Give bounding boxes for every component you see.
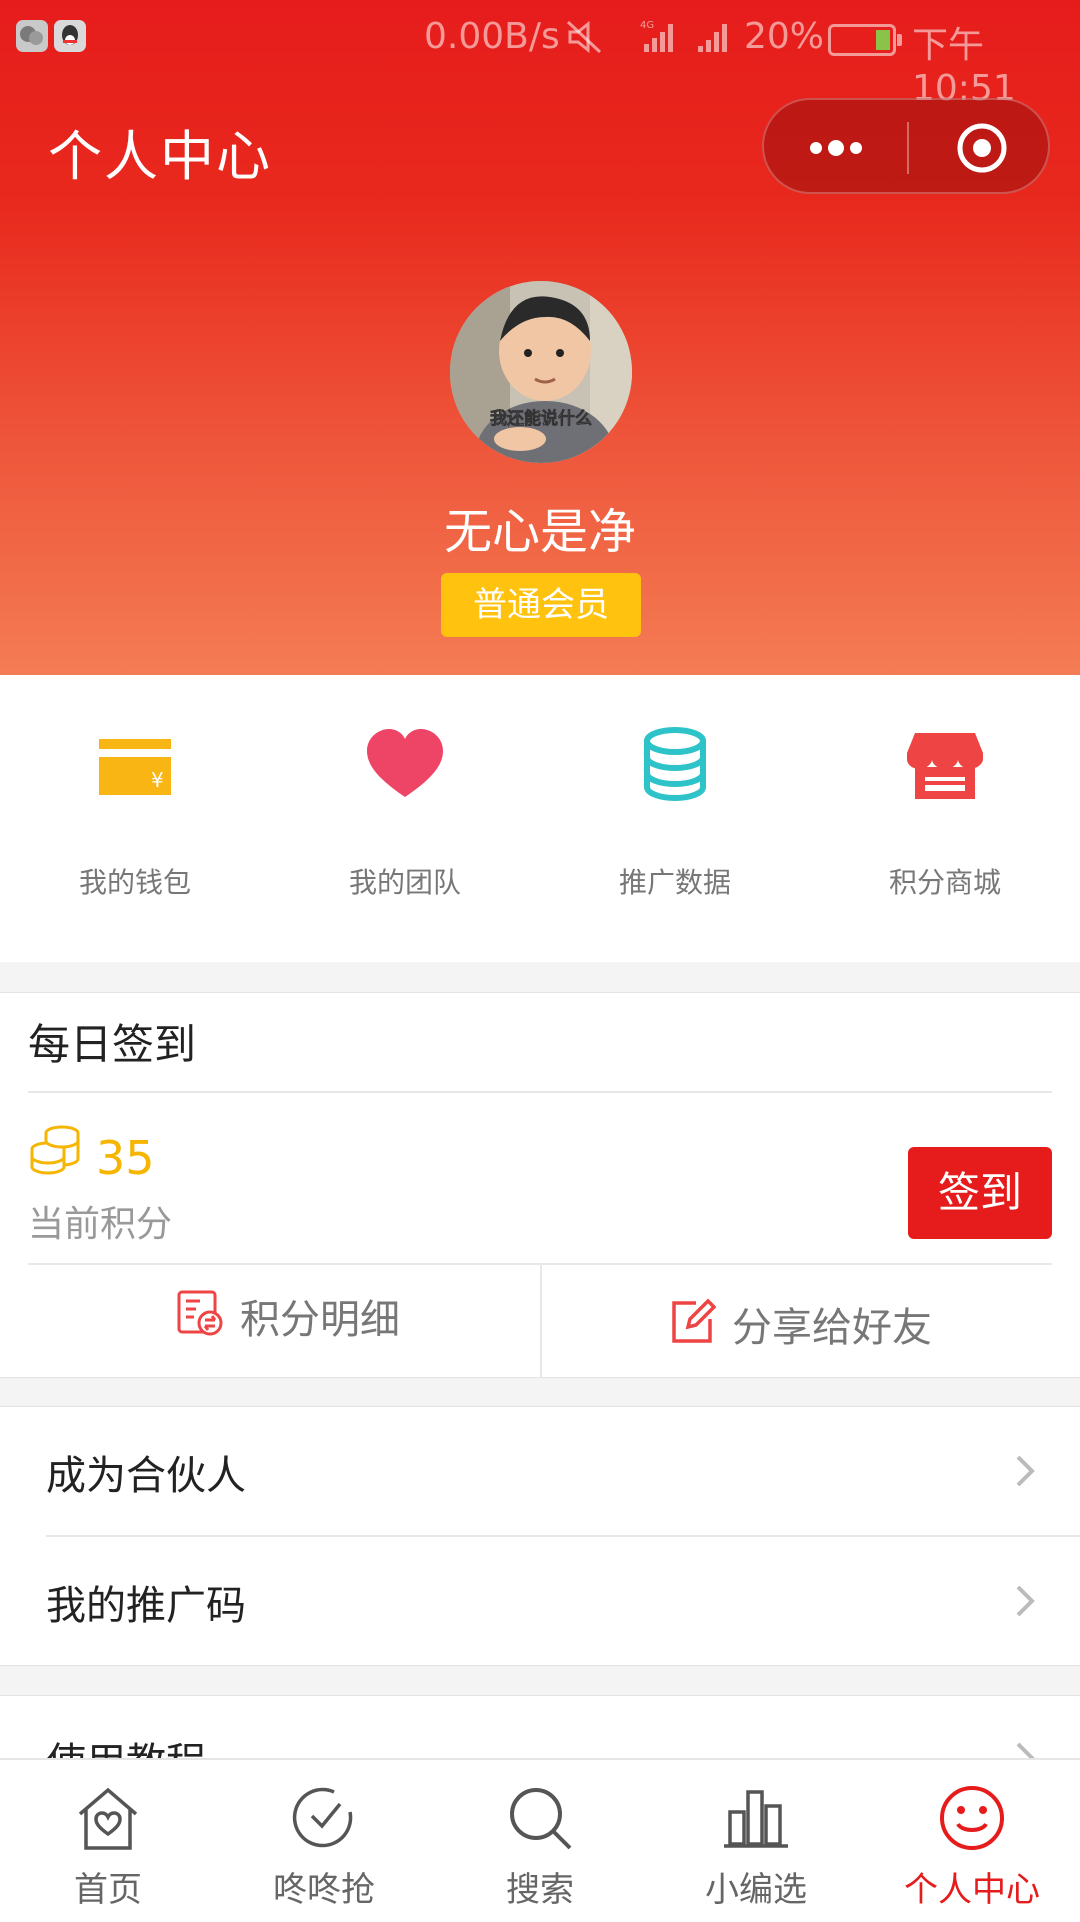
tab-profile[interactable]: 个人中心: [864, 1760, 1080, 1922]
quick-item-label: 推广数据: [618, 866, 731, 899]
quick-item-team[interactable]: 我的团队: [270, 675, 540, 962]
check-clock-icon: [288, 1782, 360, 1854]
page-title: 个人中心: [48, 125, 272, 188]
chevron-right-icon: [1010, 1453, 1040, 1489]
username: 无心是净: [443, 504, 636, 560]
profile-header: 0.00B/s 4G 20% 下午10:51 个人中心 我还能说什么 无心是净 …: [0, 0, 1080, 675]
chevron-right-icon: [1010, 1583, 1040, 1619]
menu-list: 成为合伙人 我的推广码: [0, 1406, 1080, 1666]
tab-label: 搜索: [506, 1870, 574, 1910]
database-icon: [635, 725, 715, 805]
tab-flash-sale[interactable]: 咚咚抢: [216, 1760, 432, 1922]
smiley-icon: [936, 1782, 1008, 1854]
clock: 下午10:51: [912, 25, 1016, 109]
tab-search[interactable]: 搜索: [432, 1760, 648, 1922]
quick-item-wallet[interactable]: ¥ 我的钱包: [0, 675, 270, 962]
qq-icon: [54, 20, 86, 52]
tab-label: 咚咚抢: [273, 1870, 375, 1910]
battery-percent: 20%: [744, 16, 825, 57]
share-edit-icon: [668, 1297, 717, 1345]
checkin-title: 每日签到: [28, 1020, 197, 1069]
points-detail-button[interactable]: 积分明细: [0, 1265, 540, 1377]
member-level-badge: 普通会员: [441, 573, 641, 637]
svg-text:4G: 4G: [640, 20, 654, 31]
quick-item-promotion-data[interactable]: 推广数据: [540, 675, 810, 962]
wechat-icon: [16, 20, 48, 52]
quick-item-label: 积分商城: [888, 866, 1001, 899]
heart-icon: [365, 725, 445, 805]
share-friends-button[interactable]: 分享给好友: [542, 1265, 1080, 1377]
sign-in-button[interactable]: 签到: [908, 1147, 1052, 1239]
chart-bars-icon: [720, 1782, 792, 1854]
coins-icon: [28, 1123, 82, 1177]
network-speed: 0.00B/s: [424, 16, 560, 57]
store-icon: [905, 725, 985, 805]
quick-item-points-mall[interactable]: 积分商城: [810, 675, 1080, 962]
status-bar: 0.00B/s 4G 20% 下午10:51: [0, 0, 1080, 109]
points-detail-label: 积分明细: [240, 1297, 400, 1343]
more-dots-icon[interactable]: [804, 124, 868, 172]
quick-item-label: 我的钱包: [78, 866, 191, 899]
share-friends-label: 分享给好友: [732, 1305, 932, 1351]
home-heart-icon: [72, 1782, 144, 1854]
tab-label: 小编选: [705, 1870, 807, 1910]
svg-text:我还能说什么: 我还能说什么: [490, 408, 592, 429]
tab-editors-pick[interactable]: 小编选: [648, 1760, 864, 1922]
battery-icon: [828, 24, 902, 56]
target-circle-icon[interactable]: [954, 120, 1010, 176]
tab-label: 个人中心: [904, 1870, 1040, 1910]
list-item-promo-code[interactable]: 我的推广码: [0, 1537, 1080, 1665]
tab-home[interactable]: 首页: [0, 1760, 216, 1922]
daily-checkin-card: 每日签到 35 当前积分 签到 积分明细 分享给好友: [0, 992, 1080, 1378]
points-label: 当前积分: [28, 1204, 173, 1245]
list-item-label: 成为合伙人: [46, 1453, 246, 1499]
quick-item-label: 我的团队: [348, 866, 461, 899]
list-item-become-partner[interactable]: 成为合伙人: [0, 1407, 1080, 1535]
quick-menu: ¥ 我的钱包 我的团队 推广数据 积分商城: [0, 675, 1080, 962]
mute-icon: [566, 20, 602, 63]
svg-text:¥: ¥: [151, 768, 164, 792]
wallet-icon: ¥: [95, 725, 175, 805]
miniprogram-capsule: [762, 98, 1050, 194]
points-value: 35: [96, 1131, 155, 1185]
list-item-label: 我的推广码: [46, 1583, 246, 1629]
search-icon: [504, 1782, 576, 1854]
tab-label: 首页: [74, 1870, 142, 1910]
avatar[interactable]: 我还能说什么: [450, 281, 632, 463]
signal-icon: [696, 20, 728, 63]
signal-4g-icon: 4G: [640, 18, 678, 63]
points-detail-icon: [176, 1289, 224, 1337]
bottom-tab-bar: 首页 咚咚抢 搜索 小编选 个人中心: [0, 1758, 1080, 1922]
